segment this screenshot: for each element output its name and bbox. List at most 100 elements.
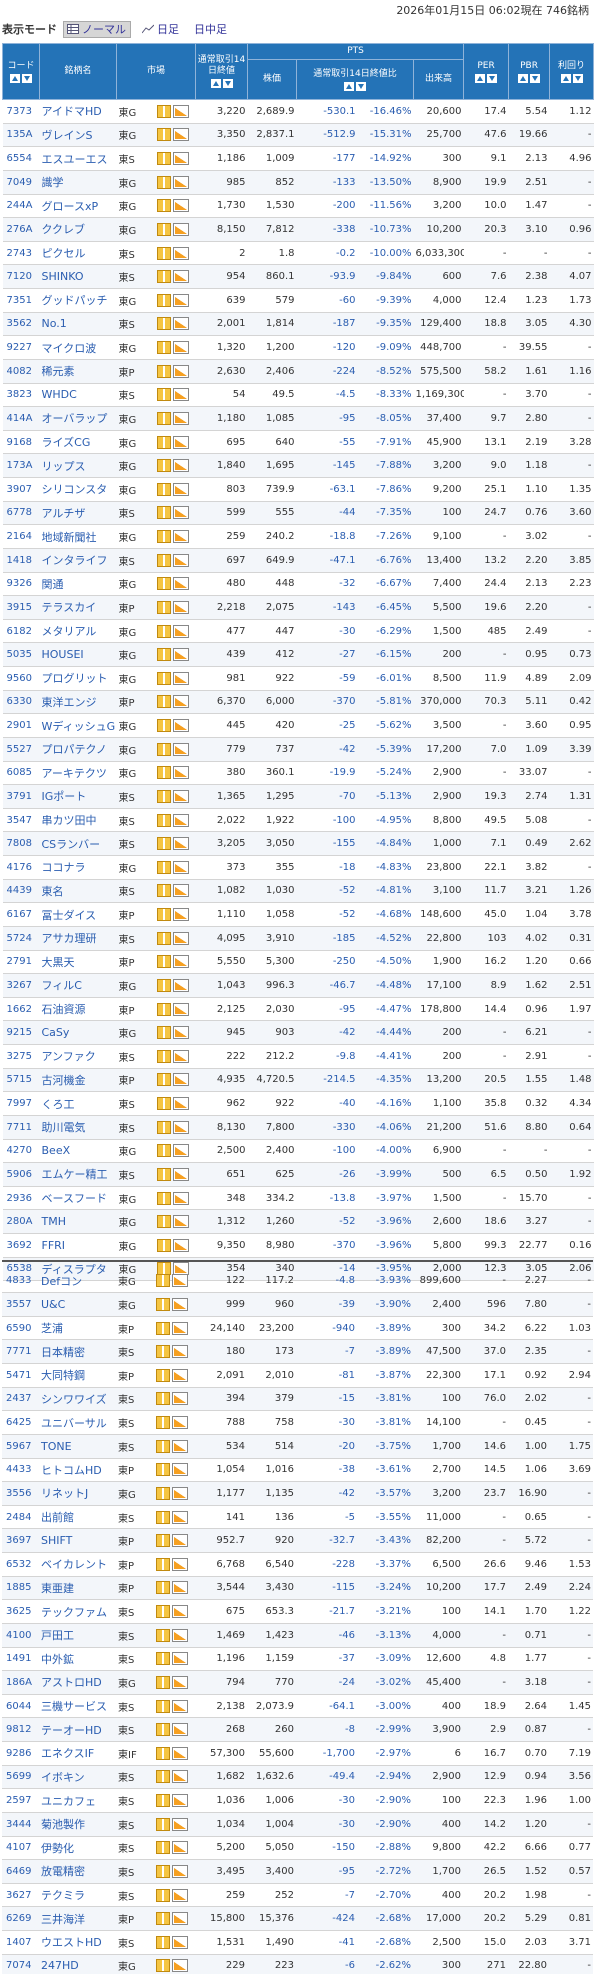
stock-name-link[interactable]: ピクセル <box>39 241 117 266</box>
company-info-icon[interactable] <box>156 1463 170 1477</box>
company-info-icon[interactable] <box>156 1392 170 1406</box>
stock-code-link[interactable]: 1407 <box>2 1930 39 1955</box>
chart-icon[interactable] <box>172 222 189 236</box>
stock-code-link[interactable]: 3627 <box>2 1883 39 1908</box>
chart-icon[interactable] <box>172 435 189 449</box>
stock-name-link[interactable]: 冨士ダイス <box>39 902 117 927</box>
stock-name-link[interactable]: ヒトコムHD <box>39 1458 116 1483</box>
stock-code-link[interactable]: 5715 <box>2 1068 40 1093</box>
stock-code-link[interactable]: 9326 <box>2 572 40 597</box>
stock-name-link[interactable]: ユニバーサル <box>39 1410 116 1435</box>
chart-icon[interactable] <box>172 1864 188 1878</box>
company-info-icon[interactable] <box>156 388 171 402</box>
stock-name-link[interactable]: 三井海洋 <box>39 1906 116 1931</box>
stock-name-link[interactable]: 247HD <box>39 1954 116 1974</box>
stock-name-link[interactable]: リネットJ <box>39 1481 116 1506</box>
company-info-icon[interactable] <box>156 1534 170 1548</box>
chart-icon[interactable] <box>172 506 189 520</box>
stock-name-link[interactable]: No.1 <box>39 312 117 337</box>
company-info-icon[interactable] <box>156 1605 170 1619</box>
chart-icon[interactable] <box>172 1416 188 1430</box>
company-info-icon[interactable] <box>156 908 171 922</box>
company-info-icon[interactable] <box>156 1935 170 1949</box>
stock-name-link[interactable]: プログリット <box>39 666 117 691</box>
stock-name-link[interactable]: 東名 <box>39 879 117 904</box>
stock-name-link[interactable]: IGポート <box>39 784 117 809</box>
stock-code-link[interactable]: 5724 <box>2 926 40 951</box>
chart-icon[interactable] <box>172 1675 188 1689</box>
stock-code-link[interactable]: 4107 <box>2 1836 39 1861</box>
chart-icon[interactable] <box>172 671 189 685</box>
stock-name-link[interactable]: Defコン <box>39 1269 116 1294</box>
stock-code-link[interactable]: 3267 <box>2 973 40 998</box>
stock-name-link[interactable]: グッドパッチ <box>39 288 117 313</box>
stock-code-link[interactable]: 4100 <box>2 1623 39 1648</box>
stock-name-link[interactable]: FFRI <box>39 1233 117 1258</box>
company-info-icon[interactable] <box>156 1652 170 1666</box>
stock-code-link[interactable]: 9812 <box>2 1717 39 1742</box>
stock-name-link[interactable]: WディッシュG <box>39 713 117 738</box>
stock-code-link[interactable]: 3791 <box>2 784 40 809</box>
chart-icon[interactable] <box>172 1534 188 1548</box>
company-info-icon[interactable] <box>156 199 171 213</box>
company-info-icon[interactable] <box>156 600 171 614</box>
chart-icon[interactable] <box>172 293 189 307</box>
stock-code-link[interactable]: 3444 <box>2 1812 39 1837</box>
sort-buttons[interactable] <box>517 73 541 83</box>
stock-name-link[interactable]: SHIFT <box>39 1528 116 1553</box>
sort-buttons[interactable] <box>560 73 584 83</box>
stock-code-link[interactable]: 2437 <box>2 1387 39 1412</box>
company-info-icon[interactable] <box>156 1723 170 1737</box>
company-info-icon[interactable] <box>156 435 171 449</box>
stock-code-link[interactable]: 276A <box>2 217 40 242</box>
stock-name-link[interactable]: テラスカイ <box>39 595 117 620</box>
chart-icon[interactable] <box>172 1215 189 1229</box>
stock-code-link[interactable]: 5471 <box>2 1363 39 1388</box>
stock-name-link[interactable]: ベイカレント <box>39 1552 116 1577</box>
company-info-icon[interactable] <box>156 1345 170 1359</box>
company-info-icon[interactable] <box>156 1628 170 1642</box>
company-info-icon[interactable] <box>156 128 171 142</box>
chart-icon[interactable] <box>172 1002 189 1016</box>
chart-icon[interactable] <box>172 978 189 992</box>
chart-icon[interactable] <box>172 908 189 922</box>
company-info-icon[interactable] <box>156 222 171 236</box>
chart-icon[interactable] <box>172 695 189 709</box>
stock-code-link[interactable]: 414A <box>2 406 40 431</box>
chart-icon[interactable] <box>172 600 189 614</box>
stock-name-link[interactable]: 戸田工 <box>39 1623 116 1648</box>
company-info-icon[interactable] <box>156 837 171 851</box>
stock-name-link[interactable]: テックファム <box>39 1599 116 1624</box>
company-info-icon[interactable] <box>156 1073 171 1087</box>
mode-normal-tab[interactable]: ノーマル <box>63 20 131 38</box>
company-info-icon[interactable] <box>156 671 171 685</box>
stock-name-link[interactable]: アルチザ <box>39 501 117 526</box>
stock-code-link[interactable]: 3562 <box>2 312 40 337</box>
stock-name-link[interactable]: TONE <box>39 1434 116 1459</box>
stock-name-link[interactable]: HOUSEI <box>39 642 117 667</box>
company-info-icon[interactable] <box>156 506 171 520</box>
stock-code-link[interactable]: 2901 <box>2 713 40 738</box>
stock-code-link[interactable]: 6778 <box>2 501 40 526</box>
chart-icon[interactable] <box>172 199 189 213</box>
stock-code-link[interactable]: 9215 <box>2 1020 40 1045</box>
chart-icon[interactable] <box>172 648 189 662</box>
stock-code-link[interactable]: 2936 <box>2 1186 40 1211</box>
company-info-icon[interactable] <box>156 553 171 567</box>
company-info-icon[interactable] <box>156 246 171 260</box>
chart-icon[interactable] <box>172 577 189 591</box>
stock-name-link[interactable]: ヴレインS <box>39 123 117 148</box>
stock-name-link[interactable]: アサカ理研 <box>39 926 117 951</box>
stock-code-link[interactable]: 6590 <box>2 1316 39 1341</box>
stock-code-link[interactable]: 6330 <box>2 690 40 715</box>
stock-name-link[interactable]: ククレブ <box>39 217 117 242</box>
company-info-icon[interactable] <box>156 1049 171 1063</box>
stock-code-link[interactable]: 244A <box>2 194 40 219</box>
chart-icon[interactable] <box>172 1392 188 1406</box>
stock-code-link[interactable]: 6554 <box>2 146 40 171</box>
chart-icon[interactable] <box>172 1463 188 1477</box>
chart-icon[interactable] <box>172 553 189 567</box>
company-info-icon[interactable] <box>156 884 171 898</box>
stock-name-link[interactable]: エネクスIF <box>39 1741 116 1766</box>
stock-code-link[interactable]: 4439 <box>2 879 40 904</box>
